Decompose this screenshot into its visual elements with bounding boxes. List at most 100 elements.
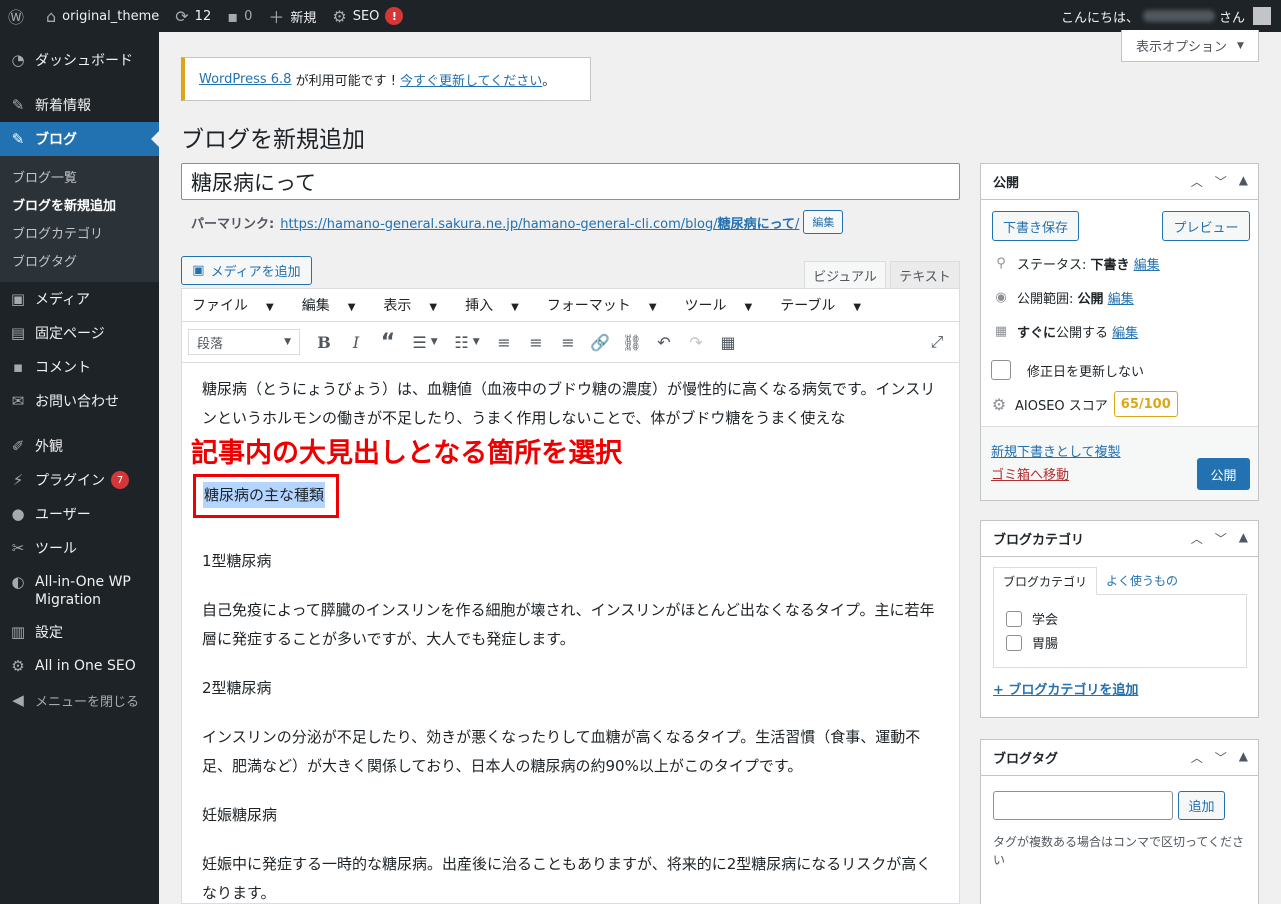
link-icon[interactable]: 🔗 <box>584 327 616 357</box>
duplicate-draft-link[interactable]: 新規下書きとして複製 <box>991 441 1121 460</box>
category-item[interactable]: 学会 <box>1006 609 1058 628</box>
chevron-up-icon[interactable]: ︿ <box>1191 173 1203 190</box>
sidebar-sub-blog-list[interactable]: ブログ一覧 <box>0 162 159 190</box>
site-name-menu[interactable]: ⌂ original_theme <box>38 0 167 32</box>
menu-view[interactable]: 表示 ▼ <box>383 295 451 315</box>
updates-menu[interactable]: ⟳ 12 <box>167 0 219 32</box>
sidebar-item-plugins[interactable]: ⚡ プラグイン 7 <box>0 463 159 497</box>
wordpress-version-link[interactable]: WordPress 6.8 <box>199 72 291 87</box>
bold-icon[interactable]: B <box>308 327 340 357</box>
tab-popular-categories[interactable]: よく使うもの <box>1106 572 1178 589</box>
sidebar-item-news[interactable]: ✎ 新着情報 <box>0 88 159 122</box>
sidebar-item-settings[interactable]: ▥ 設定 <box>0 615 159 649</box>
menu-tools[interactable]: ツール ▼ <box>685 295 767 315</box>
my-account-menu[interactable]: こんにちは、 さん <box>1061 7 1281 26</box>
chevron-down-icon[interactable]: ﹀ <box>1215 530 1227 547</box>
permalink-edit-button[interactable]: 編集 <box>803 210 844 234</box>
menu-insert[interactable]: 挿入 ▼ <box>465 295 533 315</box>
schedule-row: ▦ すぐに 公開する 編集 <box>993 322 1138 341</box>
chevron-down-icon[interactable]: ﹀ <box>1215 173 1227 190</box>
sidebar-item-appearance[interactable]: ✐ 外観 <box>0 429 159 463</box>
sidebar-sub-blog-add[interactable]: ブログを新規追加 <box>0 190 159 218</box>
tab-visual[interactable]: ビジュアル <box>804 261 886 289</box>
chevron-up-icon[interactable]: ︿ <box>1191 749 1203 766</box>
chevron-up-icon[interactable]: ︿ <box>1191 530 1203 547</box>
sidebar-item-contact[interactable]: ✉ お問い合わせ <box>0 384 159 418</box>
wp-logo-menu[interactable]: Ⓦ <box>0 0 38 32</box>
tab-text[interactable]: テキスト <box>890 261 960 289</box>
plugin-icon: ⚡ <box>12 471 24 489</box>
category-checkbox[interactable] <box>1006 610 1022 627</box>
blockquote-icon[interactable]: “ <box>372 327 404 357</box>
sidebar-item-migration[interactable]: ◐ All-in-One WP Migration <box>0 565 159 615</box>
aioseo-score-badge[interactable]: 65/100 <box>1113 391 1178 417</box>
align-center-icon[interactable]: ≡ <box>520 327 552 357</box>
sidebar-item-aioseo[interactable]: ⚙ All in One SEO <box>0 649 159 683</box>
sidebar-collapse-button[interactable]: ◀ メニューを閉じる <box>0 683 159 717</box>
sidebar-item-pages[interactable]: ▤ 固定ページ <box>0 316 159 350</box>
caret-down-icon: ▼ <box>266 302 274 313</box>
italic-icon[interactable]: I <box>340 327 372 357</box>
trash-link[interactable]: ゴミ箱へ移動 <box>991 464 1069 483</box>
category-item[interactable]: 胃腸 <box>1006 633 1058 652</box>
sidebar-item-media[interactable]: ▣ メディア <box>0 282 159 316</box>
schedule-edit-link[interactable]: 編集 <box>1112 322 1138 341</box>
bullet-list-icon[interactable]: ☰ ▼ <box>404 327 446 357</box>
comments-menu[interactable]: ▪ 0 <box>219 0 260 32</box>
menu-table[interactable]: テーブル ▼ <box>780 295 875 315</box>
sidebar-sub-blog-tag[interactable]: ブログタグ <box>0 246 159 274</box>
add-category-link[interactable]: + ブログカテゴリを追加 <box>993 679 1138 698</box>
format-select[interactable]: 段落 ▼ <box>188 329 300 355</box>
permalink-slug: 糖尿病にって <box>717 216 795 232</box>
chevron-down-icon[interactable]: ﹀ <box>1215 749 1227 766</box>
new-content-menu[interactable]: ＋ 新規 <box>260 0 324 32</box>
save-draft-button[interactable]: 下書き保存 <box>992 211 1079 241</box>
tags-box-header: ブログタグ ︿ ﹀ ▲ <box>981 740 1258 776</box>
post-title-input[interactable]: 糖尿病にって <box>181 163 960 200</box>
numbered-list-icon[interactable]: ☷ ▼ <box>446 327 488 357</box>
add-media-button[interactable]: ▣ メディアを追加 <box>181 256 312 285</box>
screen-options-button[interactable]: 表示オプション ▼ <box>1121 30 1259 62</box>
sidebar-sub-blog-category[interactable]: ブログカテゴリ <box>0 218 159 246</box>
toggle-triangle-icon[interactable]: ▲ <box>1239 173 1248 190</box>
sidebar-item-comments[interactable]: ▪ コメント <box>0 350 159 384</box>
avatar[interactable] <box>1253 7 1271 25</box>
tag-input[interactable] <box>993 791 1173 820</box>
category-checkbox[interactable] <box>1006 634 1022 651</box>
visibility-edit-link[interactable]: 編集 <box>1108 288 1134 307</box>
sidebar-item-tools[interactable]: ✂ ツール <box>0 531 159 565</box>
visibility-value: 公開 <box>1077 292 1104 307</box>
no-update-date-checkbox[interactable] <box>991 360 1011 380</box>
menu-format[interactable]: フォーマット ▼ <box>547 295 671 315</box>
aioseo-score-label: AIOSEO スコア <box>1015 398 1108 414</box>
menu-file[interactable]: ファイル ▼ <box>192 295 288 315</box>
tags-box: ブログタグ ︿ ﹀ ▲ 追加 タグが複数ある場合はコンマで区切ってください <box>980 739 1259 904</box>
toggle-triangle-icon[interactable]: ▲ <box>1239 530 1248 547</box>
annotation-text: 記事内の大見出しとなる箇所を選択 <box>191 438 623 469</box>
sidebar-item-dashboard[interactable]: ◔ ダッシュボード <box>0 43 159 77</box>
align-left-icon[interactable]: ≡ <box>488 327 520 357</box>
toolbar-toggle-icon[interactable]: ▦ <box>712 327 744 357</box>
align-right-icon[interactable]: ≡ <box>552 327 584 357</box>
sidebar-item-blog[interactable]: ✎ ブログ <box>0 122 159 156</box>
tab-all-categories[interactable]: ブログカテゴリ <box>993 567 1097 595</box>
sidebar-item-label-line2: Migration <box>35 592 102 608</box>
sidebar-item-label: 設定 <box>35 625 63 641</box>
fullscreen-icon[interactable]: ⤢ <box>921 327 953 357</box>
seo-menu[interactable]: ⚙ SEO! <box>324 0 411 32</box>
add-tag-button[interactable]: 追加 <box>1178 791 1225 820</box>
sidebar-item-users[interactable]: ● ユーザー <box>0 497 159 531</box>
update-now-link[interactable]: 今すぐ更新してください <box>400 70 542 89</box>
menu-edit[interactable]: 編集 ▼ <box>302 295 370 315</box>
status-edit-link[interactable]: 編集 <box>1134 254 1160 273</box>
permalink-link[interactable]: https://hamano-general.sakura.ne.jp/hama… <box>280 213 799 232</box>
no-update-date-row: 修正日を更新しない <box>991 360 1144 380</box>
preview-button[interactable]: プレビュー <box>1162 211 1250 241</box>
menu-label: ツール <box>684 298 727 314</box>
toggle-triangle-icon[interactable]: ▲ <box>1239 749 1248 766</box>
selected-heading-text[interactable]: 糖尿病の主な種類 <box>203 482 326 508</box>
publish-button[interactable]: 公開 <box>1197 458 1250 490</box>
redo-icon[interactable]: ↷ <box>680 327 712 357</box>
undo-icon[interactable]: ↶ <box>648 327 680 357</box>
unlink-icon[interactable]: ⛓ <box>616 327 648 357</box>
